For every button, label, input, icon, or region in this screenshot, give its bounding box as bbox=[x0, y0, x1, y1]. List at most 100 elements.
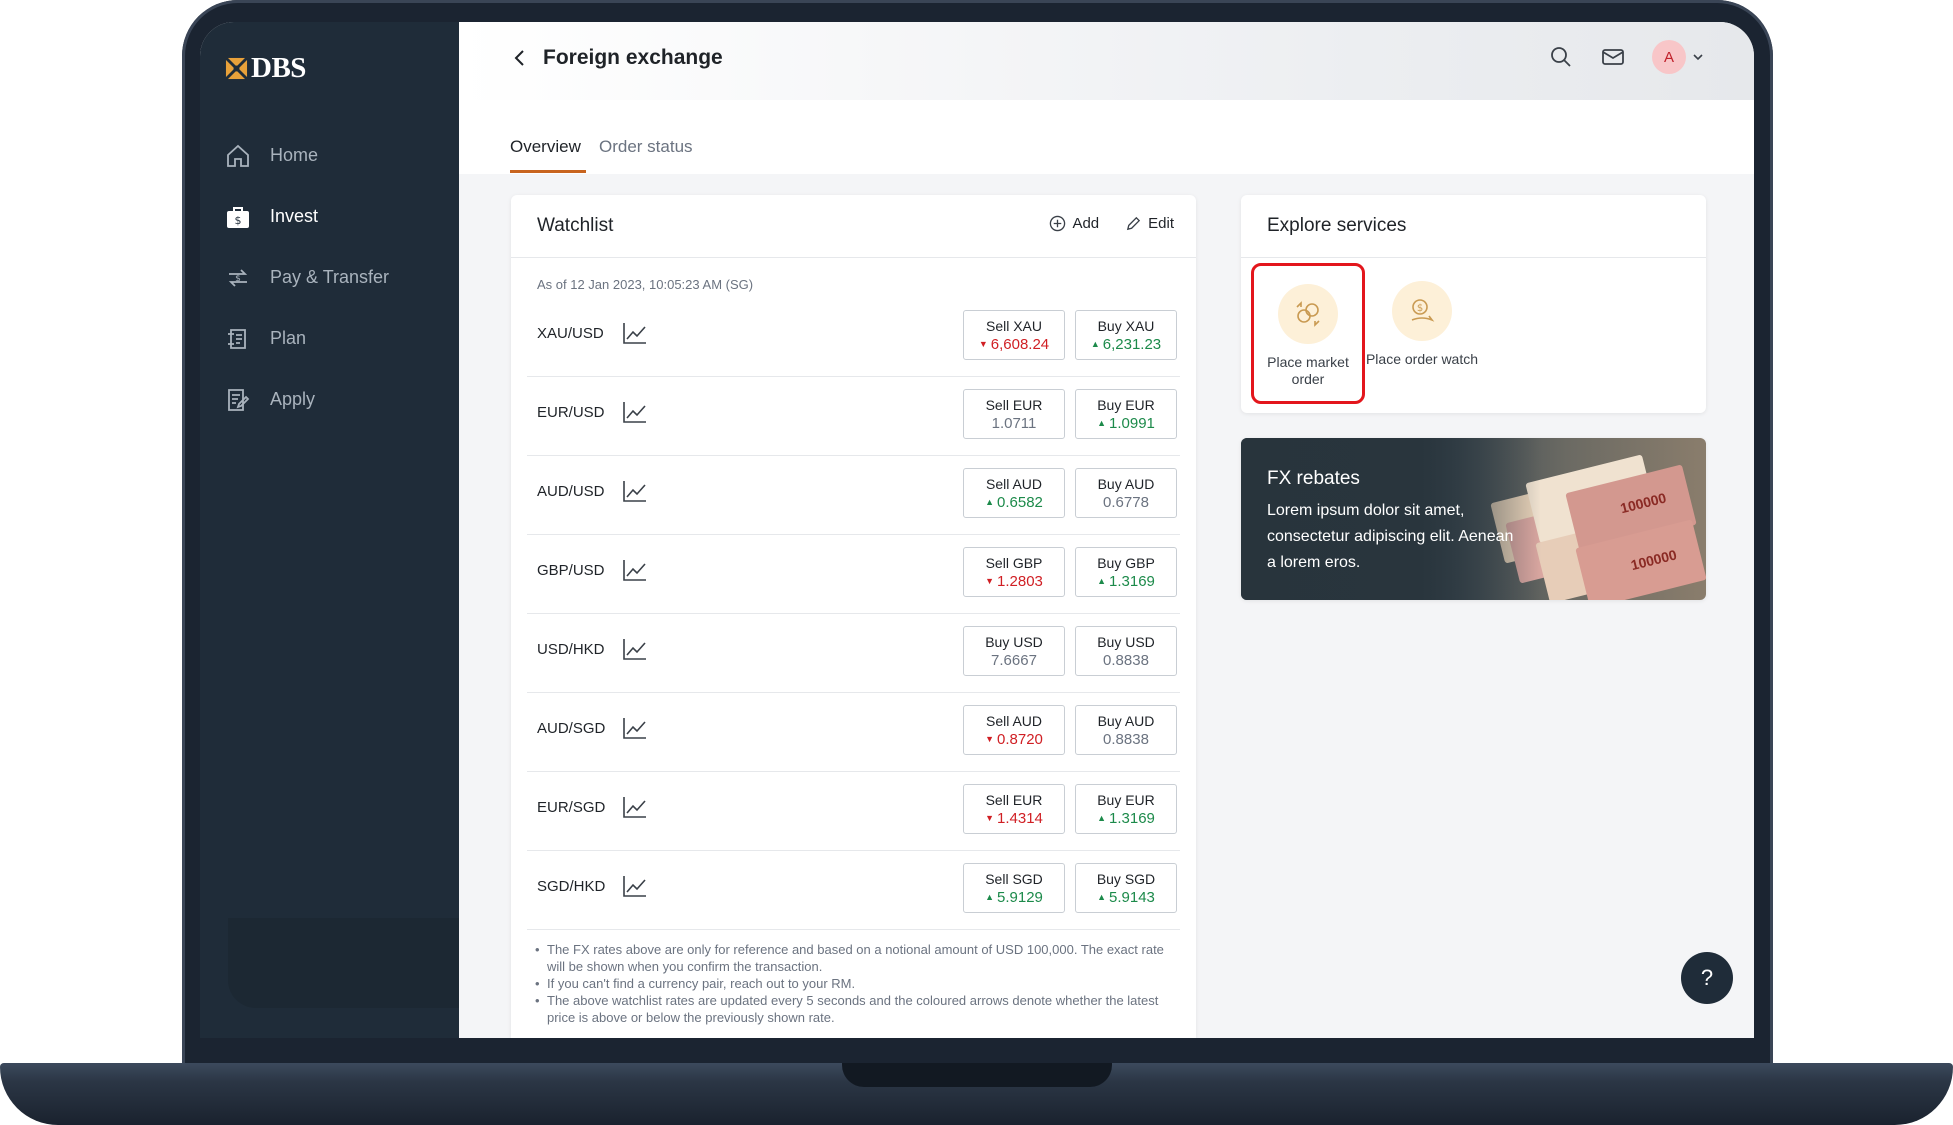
trend-chart-icon[interactable] bbox=[622, 558, 648, 582]
currency-pair: XAU/USD bbox=[537, 325, 604, 342]
currency-exchange-icon bbox=[1278, 284, 1338, 344]
watchlist-rows: XAU/USD Sell XAU ▼ 6,608.24 Buy XAU ▲ 6,23… bbox=[527, 298, 1180, 930]
arrow-up-icon: ▲ bbox=[1097, 892, 1107, 902]
explore-services-card: Explore services Place market order $ Pl… bbox=[1241, 195, 1706, 413]
currency-pair: SGD/HKD bbox=[537, 878, 606, 895]
sidebar-item-home[interactable]: Home bbox=[200, 125, 459, 186]
avatar: A bbox=[1652, 40, 1686, 74]
rate-button-right[interactable]: Buy AUD 0.8838 bbox=[1075, 705, 1177, 755]
sidebar-item-invest[interactable]: $ Invest bbox=[200, 186, 459, 247]
rate-number: 1.0711 bbox=[991, 415, 1037, 432]
rate-label: Buy EUR bbox=[1097, 397, 1155, 413]
trend-chart-icon[interactable] bbox=[622, 874, 648, 898]
fx-rebates-banner[interactable]: 100000 100000 FX rebates Lorem ipsum dol… bbox=[1241, 438, 1706, 600]
rate-button-right[interactable]: Buy EUR ▲ 1.3169 bbox=[1075, 784, 1177, 834]
add-button[interactable]: Add bbox=[1049, 215, 1099, 232]
rate-button-left[interactable]: Sell XAU ▼ 6,608.24 bbox=[963, 310, 1065, 360]
currency-pair: GBP/USD bbox=[537, 562, 605, 579]
watchlist-header: Watchlist Add Edit bbox=[511, 195, 1196, 258]
arrow-up-icon: ▲ bbox=[1097, 576, 1107, 586]
service-label: Place order watch bbox=[1365, 351, 1479, 367]
sidebar-item-label: Apply bbox=[270, 389, 316, 409]
sidebar: DBS Home $ Invest $ Pay & Transfer Plan … bbox=[200, 22, 459, 1038]
arrow-up-icon: ▲ bbox=[985, 892, 995, 902]
rate-number: 1.3169 bbox=[1109, 573, 1155, 590]
rate-button-right[interactable]: Buy XAU ▲ 6,231.23 bbox=[1075, 310, 1177, 360]
note-item: • The above watchlist rates are updated e… bbox=[535, 992, 1175, 1026]
trend-chart-icon[interactable] bbox=[622, 400, 648, 424]
rate-button-left[interactable]: Sell EUR ▼ 1.4314 bbox=[963, 784, 1065, 834]
rate-button-right[interactable]: Buy SGD ▲ 5.9143 bbox=[1075, 863, 1177, 913]
rate-button-right[interactable]: Buy USD 0.8838 bbox=[1075, 626, 1177, 676]
rate-button-left[interactable]: Sell SGD ▲ 5.9129 bbox=[963, 863, 1065, 913]
table-row: EUR/SGD Sell EUR ▼ 1.4314 Buy EUR ▲ 1.3169 bbox=[527, 772, 1180, 851]
back-chevron-icon[interactable] bbox=[509, 47, 531, 69]
sidebar-item-label: Invest bbox=[270, 206, 319, 226]
table-row: USD/HKD Buy USD 7.6667 Buy USD 0.8838 bbox=[527, 614, 1180, 693]
tab-order-status[interactable]: Order status bbox=[599, 137, 693, 157]
banknote-value: 100000 bbox=[1618, 489, 1668, 517]
rate-button-left[interactable]: Sell GBP ▼ 1.2803 bbox=[963, 547, 1065, 597]
rate-button-right[interactable]: Buy GBP ▲ 1.3169 bbox=[1075, 547, 1177, 597]
rate-value: ▲ 5.9129 bbox=[964, 889, 1064, 906]
rate-label: Sell AUD bbox=[985, 476, 1043, 492]
sidebar-item-label: Home bbox=[270, 145, 319, 165]
rate-value: ▼ 0.8720 bbox=[964, 731, 1064, 748]
sidebar-item-plan[interactable]: Plan bbox=[200, 308, 459, 369]
svg-text:$: $ bbox=[235, 214, 242, 227]
rate-button-left[interactable]: Buy USD 7.6667 bbox=[963, 626, 1065, 676]
note-text: The above watchlist rates are updated ev… bbox=[547, 993, 1159, 1025]
dollar-watch-icon: $ bbox=[1392, 281, 1452, 341]
dbs-logo[interactable]: DBS bbox=[225, 52, 306, 85]
currency-pair: AUD/USD bbox=[537, 483, 605, 500]
rate-value: 1.0711 bbox=[964, 415, 1064, 432]
rate-button-left[interactable]: Sell EUR 1.0711 bbox=[963, 389, 1065, 439]
watchlist-card: Watchlist Add Edit As of 12 Jan 2023, 10… bbox=[511, 195, 1196, 1038]
watchlist-actions: Add Edit bbox=[1049, 215, 1174, 232]
pencil-icon bbox=[1127, 216, 1141, 231]
place-market-order-button[interactable]: Place market order bbox=[1251, 263, 1365, 404]
rate-number: 6,608.24 bbox=[990, 336, 1050, 353]
place-order-watch-button[interactable]: $ Place order watch bbox=[1365, 263, 1479, 404]
plan-icon bbox=[225, 326, 251, 352]
rate-button-left[interactable]: Sell AUD ▼ 0.8720 bbox=[963, 705, 1065, 755]
sidebar-footer-panel bbox=[228, 918, 459, 1008]
trend-chart-icon[interactable] bbox=[622, 479, 648, 503]
rebates-body: Lorem ipsum dolor sit amet, consectetur … bbox=[1267, 502, 1514, 571]
tab-overview[interactable]: Overview bbox=[510, 137, 581, 157]
rate-number: 0.6778 bbox=[1103, 494, 1149, 511]
currency-pair: AUD/SGD bbox=[537, 720, 606, 737]
help-button[interactable]: ? bbox=[1681, 952, 1733, 1004]
trend-chart-icon[interactable] bbox=[622, 637, 648, 661]
sidebar-item-apply[interactable]: Apply bbox=[200, 369, 459, 430]
user-menu[interactable]: A bbox=[1652, 40, 1704, 74]
mail-icon[interactable] bbox=[1600, 44, 1626, 70]
rate-button-right[interactable]: Buy AUD 0.6778 bbox=[1075, 468, 1177, 518]
currency-pair: EUR/SGD bbox=[537, 799, 606, 816]
rate-value: 7.6667 bbox=[964, 652, 1064, 669]
active-tab-indicator bbox=[510, 170, 586, 173]
search-icon[interactable] bbox=[1548, 44, 1574, 70]
arrow-up-icon: ▲ bbox=[1097, 418, 1107, 428]
rate-label: Sell EUR bbox=[985, 792, 1043, 808]
top-bar: Foreign exchange A bbox=[459, 22, 1754, 100]
rate-value: ▲ 0.6582 bbox=[964, 494, 1064, 511]
rate-button-left[interactable]: Sell AUD ▲ 0.6582 bbox=[963, 468, 1065, 518]
banknote-value: 100000 bbox=[1629, 546, 1679, 574]
sidebar-item-pay-transfer[interactable]: $ Pay & Transfer bbox=[200, 247, 459, 308]
table-row: GBP/USD Sell GBP ▼ 1.2803 Buy GBP ▲ 1.3169 bbox=[527, 535, 1180, 614]
trend-chart-icon[interactable] bbox=[622, 716, 648, 740]
note-item: • The FX rates above are only for referen… bbox=[535, 941, 1175, 975]
add-label: Add bbox=[1072, 215, 1100, 232]
rate-value: ▼ 1.4314 bbox=[964, 810, 1064, 827]
trend-chart-icon[interactable] bbox=[622, 795, 648, 819]
invest-bag-icon: $ bbox=[225, 204, 251, 230]
edit-button[interactable]: Edit bbox=[1125, 215, 1174, 232]
chevron-down-icon bbox=[1693, 54, 1703, 61]
rate-label: Buy SGD bbox=[1096, 871, 1156, 887]
table-row: AUD/SGD Sell AUD ▼ 0.8720 Buy AUD 0.8838 bbox=[527, 693, 1180, 772]
rate-button-right[interactable]: Buy EUR ▲ 1.0991 bbox=[1075, 389, 1177, 439]
pay-transfer-icon: $ bbox=[225, 265, 251, 291]
trend-chart-icon[interactable] bbox=[622, 321, 648, 345]
rate-value: ▲ 6,231.23 bbox=[1076, 336, 1176, 353]
